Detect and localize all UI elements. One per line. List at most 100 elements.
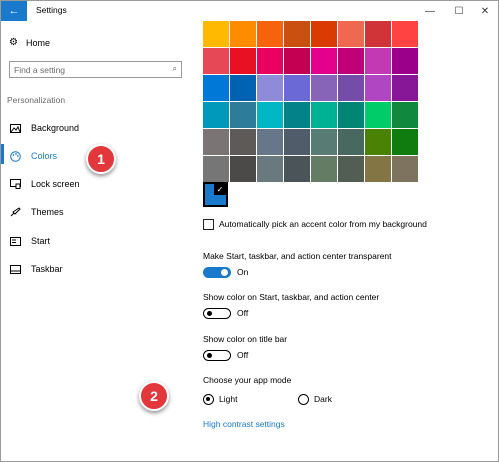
back-arrow-icon: ←: [8, 5, 20, 17]
title-bar-color-toggle[interactable]: [203, 350, 231, 361]
color-swatch[interactable]: [257, 156, 283, 182]
sidebar-item-label: Taskbar: [31, 264, 63, 274]
auto-pick-checkbox[interactable]: [203, 219, 214, 230]
color-swatch[interactable]: [365, 48, 391, 74]
sidebar-item-start[interactable]: Start: [9, 235, 50, 247]
color-swatch[interactable]: [230, 156, 256, 182]
color-swatch[interactable]: [203, 156, 229, 182]
color-swatch[interactable]: [257, 48, 283, 74]
title-bar-color-state: Off: [237, 350, 249, 360]
color-swatch[interactable]: [338, 48, 364, 74]
color-swatch[interactable]: [392, 156, 418, 182]
start-icon: [9, 235, 21, 247]
close-icon: ✕: [480, 5, 490, 17]
maximize-button[interactable]: ☐: [449, 3, 469, 19]
section-heading: Personalization: [7, 95, 66, 105]
taskbar-icon: [9, 263, 21, 275]
color-swatch[interactable]: [311, 156, 337, 182]
color-swatch[interactable]: [257, 129, 283, 155]
color-swatch[interactable]: [392, 48, 418, 74]
close-button[interactable]: ✕: [475, 3, 495, 19]
color-swatch[interactable]: [392, 129, 418, 155]
show-start-color-toggle[interactable]: [203, 308, 231, 319]
show-start-color-label: Show color on Start, taskbar, and action…: [203, 292, 380, 302]
selection-indicator: [1, 144, 4, 164]
palette-icon: [9, 150, 21, 162]
color-swatch[interactable]: [392, 21, 418, 47]
sidebar-item-lock-screen[interactable]: Lock screen: [9, 178, 80, 190]
dark-mode-label: Dark: [314, 394, 332, 404]
color-swatch[interactable]: [284, 21, 310, 47]
color-swatch[interactable]: [230, 21, 256, 47]
color-swatch[interactable]: [284, 102, 310, 128]
dark-mode-radio[interactable]: [298, 394, 309, 405]
color-swatch[interactable]: [203, 75, 229, 101]
title-bar-color-label: Show color on title bar: [203, 334, 288, 344]
home-nav[interactable]: ⚙ Home: [9, 37, 50, 48]
search-input[interactable]: Find a setting ⌕: [9, 61, 182, 78]
light-mode-label: Light: [219, 394, 238, 404]
color-swatch[interactable]: [203, 102, 229, 128]
color-swatch[interactable]: [230, 129, 256, 155]
gear-icon: ⚙: [9, 37, 18, 48]
color-swatch[interactable]: [311, 129, 337, 155]
sidebar: ⚙ Home Find a setting ⌕ Personalization …: [1, 21, 199, 461]
color-swatch[interactable]: [284, 156, 310, 182]
home-label: Home: [25, 37, 50, 48]
color-swatch[interactable]: [311, 21, 337, 47]
search-placeholder: Find a setting: [14, 64, 66, 75]
color-swatch[interactable]: [392, 75, 418, 101]
color-swatch[interactable]: [203, 21, 229, 47]
search-icon: ⌕: [172, 64, 177, 73]
sidebar-item-label: Background: [31, 123, 80, 133]
color-swatch[interactable]: [284, 75, 310, 101]
color-swatch[interactable]: [338, 156, 364, 182]
back-button[interactable]: ←: [1, 1, 27, 21]
auto-pick-label: Automatically pick an accent color from …: [219, 219, 427, 229]
color-swatch[interactable]: [338, 21, 364, 47]
color-swatch[interactable]: [230, 102, 256, 128]
color-swatch[interactable]: [338, 129, 364, 155]
color-swatch[interactable]: [311, 102, 337, 128]
minimize-button[interactable]: —: [420, 3, 440, 19]
brush-icon: [9, 206, 21, 218]
app-mode-heading: Choose your app mode: [203, 375, 292, 385]
color-swatch[interactable]: [257, 21, 283, 47]
radio-selected-dot: [206, 397, 210, 401]
color-swatch[interactable]: [365, 102, 391, 128]
selected-accent-swatch[interactable]: ✓: [203, 182, 228, 207]
color-swatch[interactable]: [257, 102, 283, 128]
color-swatch[interactable]: [392, 102, 418, 128]
color-swatch[interactable]: [230, 75, 256, 101]
show-start-color-state: Off: [237, 308, 249, 318]
transparency-label: Make Start, taskbar, and action center t…: [203, 251, 392, 261]
light-mode-radio[interactable]: [203, 394, 214, 405]
color-swatch[interactable]: [284, 48, 310, 74]
color-swatch[interactable]: [365, 156, 391, 182]
color-swatch[interactable]: [284, 129, 310, 155]
color-swatch[interactable]: [257, 75, 283, 101]
color-swatch[interactable]: [365, 75, 391, 101]
transparency-state: On: [237, 267, 249, 277]
color-swatch[interactable]: [311, 75, 337, 101]
checkmark-icon: ✓: [214, 184, 226, 195]
color-swatch[interactable]: [338, 75, 364, 101]
color-swatch[interactable]: [338, 102, 364, 128]
maximize-icon: ☐: [454, 5, 464, 17]
sidebar-item-label: Colors: [31, 151, 58, 161]
color-swatch[interactable]: [203, 129, 229, 155]
sidebar-item-colors[interactable]: Colors: [9, 150, 57, 162]
transparency-toggle[interactable]: [203, 267, 231, 278]
sidebar-item-taskbar[interactable]: Taskbar: [9, 263, 63, 275]
color-swatch[interactable]: [365, 129, 391, 155]
color-swatch[interactable]: [311, 48, 337, 74]
high-contrast-link[interactable]: High contrast settings: [203, 419, 285, 429]
minimize-icon: —: [425, 5, 435, 17]
color-swatch[interactable]: [230, 48, 256, 74]
sidebar-item-background[interactable]: Background: [9, 122, 79, 134]
sidebar-item-label: Start: [31, 236, 51, 246]
color-swatch[interactable]: [203, 48, 229, 74]
sidebar-item-themes[interactable]: Themes: [9, 206, 64, 218]
accent-color-grid: [203, 21, 421, 182]
color-swatch[interactable]: [365, 21, 391, 47]
